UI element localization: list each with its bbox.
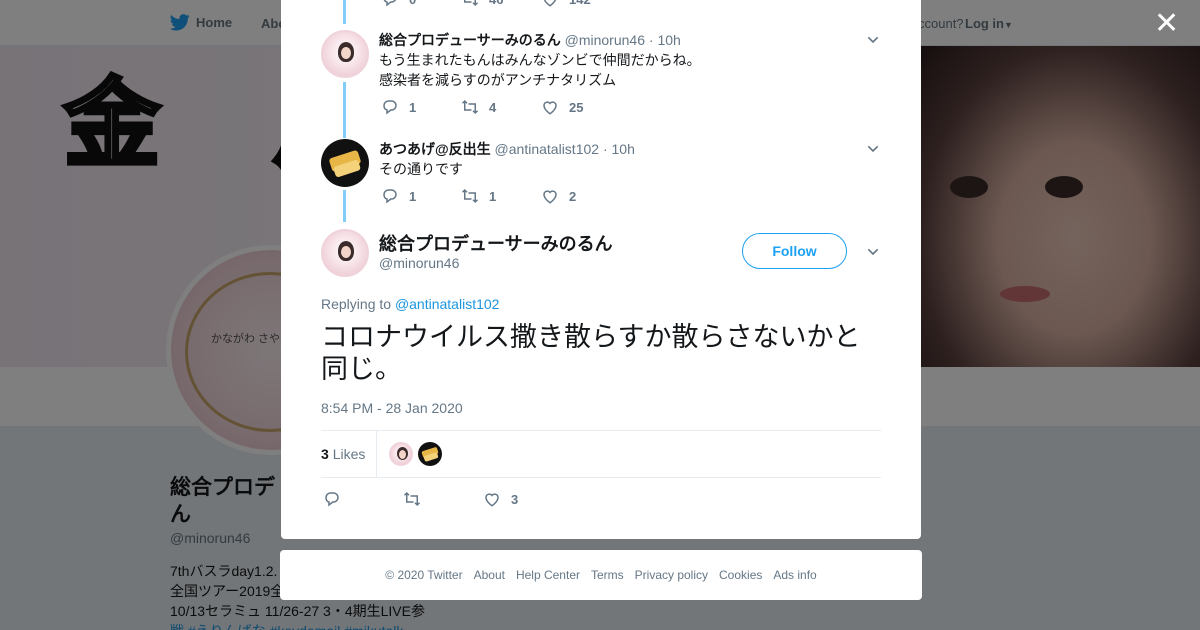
likes-row: 3 Likes bbox=[321, 430, 881, 478]
follow-button[interactable]: Follow bbox=[742, 233, 847, 269]
modal-footer: © 2020 Twitter About Help Center Terms P… bbox=[280, 550, 922, 600]
user-handle[interactable]: @minorun46 bbox=[565, 32, 645, 48]
tweet-text-line: もう生まれたもんはみんなゾンビで仲間だからね。 bbox=[379, 52, 701, 68]
footer-link-about[interactable]: About bbox=[474, 568, 505, 582]
tweet-modal: 0 46 142 総合プロデューサーみのるん @minorun46 · 10h … bbox=[281, 0, 921, 539]
retweet-icon bbox=[461, 99, 479, 115]
close-icon[interactable]: ✕ bbox=[1154, 9, 1179, 39]
tweet-text: もう生まれたもんはみんなゾンビで仲間だからね。 感染者を減らすのがアンチナタリズ… bbox=[379, 50, 701, 90]
tweet-header: 総合プロデューサーみのるん @minorun46 · 10h bbox=[379, 30, 681, 50]
retweet-icon bbox=[461, 188, 479, 204]
retweet-count: 46 bbox=[489, 0, 503, 7]
heart-icon bbox=[543, 101, 557, 115]
tweet-actions: 0 46 142 bbox=[381, 0, 621, 8]
footer-link-privacy[interactable]: Privacy policy bbox=[635, 568, 708, 582]
heart-icon bbox=[543, 190, 557, 204]
reply-tweet[interactable]: あつあげ@反出生 @antinatalist102 · 10h その通りです bbox=[321, 139, 881, 219]
footer-link-cookies[interactable]: Cookies bbox=[719, 568, 762, 582]
footer-copyright: © 2020 Twitter bbox=[385, 568, 463, 582]
reply-action[interactable]: 1 bbox=[381, 187, 461, 205]
like-action[interactable]: 2 bbox=[541, 187, 621, 205]
like-count: 3 bbox=[511, 491, 519, 507]
heart-icon bbox=[543, 0, 557, 7]
chevron-down-icon[interactable] bbox=[865, 32, 881, 48]
tweet-timestamp[interactable]: 8:54 PM - 28 Jan 2020 bbox=[321, 400, 463, 416]
reply-icon bbox=[383, 100, 397, 115]
tweet-actions: 1 4 25 bbox=[381, 98, 621, 116]
reply-action[interactable] bbox=[323, 490, 403, 508]
main-tweet-text: コロナウイルス撒き散らすか散らさないかと同じ。 bbox=[321, 322, 861, 384]
likes-count[interactable]: 3 Likes bbox=[321, 446, 365, 462]
tweet-text-line: その通りです bbox=[379, 161, 463, 177]
main-tweet-actions: 3 bbox=[323, 490, 563, 508]
retweet-action[interactable]: 4 bbox=[461, 98, 541, 116]
reply-icon bbox=[325, 492, 339, 507]
footer-link-help[interactable]: Help Center bbox=[516, 568, 580, 582]
main-user-handle[interactable]: @minorun46 bbox=[379, 255, 459, 271]
divider bbox=[376, 431, 377, 477]
like-action[interactable]: 3 bbox=[483, 490, 563, 508]
user-name[interactable]: 総合プロデューサーみのるん bbox=[379, 32, 561, 48]
retweet-icon bbox=[464, 0, 479, 7]
main-user-name[interactable]: 総合プロデューサーみのるん bbox=[379, 230, 613, 256]
user-handle[interactable]: @antinatalist102 bbox=[495, 141, 600, 157]
chevron-down-icon[interactable] bbox=[865, 244, 881, 260]
retweet-icon bbox=[403, 491, 421, 507]
retweet-action[interactable] bbox=[403, 490, 483, 508]
tweet-actions: 1 1 2 bbox=[381, 187, 621, 205]
retweet-count: 1 bbox=[489, 188, 497, 204]
heart-icon bbox=[485, 493, 499, 507]
replying-to-link[interactable]: @antinatalist102 bbox=[395, 296, 500, 312]
retweet-action[interactable]: 46 bbox=[461, 0, 541, 8]
liker-avatar[interactable] bbox=[418, 442, 442, 466]
like-count: 142 bbox=[569, 0, 591, 7]
likes-label: Likes bbox=[332, 446, 366, 462]
user-name[interactable]: あつあげ@反出生 bbox=[379, 141, 491, 157]
reply-icon bbox=[383, 189, 397, 204]
reply-icon bbox=[383, 0, 397, 7]
liker-avatar[interactable] bbox=[389, 442, 413, 466]
reply-count: 1 bbox=[409, 188, 417, 204]
reply-count: 1 bbox=[409, 99, 417, 115]
retweet-action[interactable]: 1 bbox=[461, 187, 541, 205]
footer-link-terms[interactable]: Terms bbox=[591, 568, 624, 582]
footer-link-ads[interactable]: Ads info bbox=[773, 568, 816, 582]
reply-action[interactable]: 1 bbox=[381, 98, 461, 116]
tweet-time[interactable]: 10h bbox=[657, 32, 680, 48]
main-user-avatar[interactable] bbox=[321, 229, 369, 277]
user-avatar[interactable] bbox=[321, 30, 369, 78]
reply-action[interactable]: 0 bbox=[381, 0, 461, 8]
thread-line bbox=[343, 0, 346, 24]
like-action[interactable]: 142 bbox=[541, 0, 621, 8]
replying-prefix: Replying to bbox=[321, 296, 392, 312]
chevron-down-icon[interactable] bbox=[865, 141, 881, 157]
tweet-text-line: 感染者を減らすのがアンチナタリズム bbox=[379, 72, 617, 88]
reply-count: 0 bbox=[409, 0, 416, 7]
separator-dot: · bbox=[602, 141, 608, 157]
retweet-count: 4 bbox=[489, 99, 497, 115]
user-avatar[interactable] bbox=[321, 139, 369, 187]
likes-number: 3 bbox=[321, 446, 329, 462]
separator-dot: · bbox=[648, 32, 654, 48]
tweet-header: あつあげ@反出生 @antinatalist102 · 10h bbox=[379, 139, 635, 159]
tweet-text: その通りです bbox=[379, 159, 463, 179]
tweet-time[interactable]: 10h bbox=[612, 141, 635, 157]
replying-to: Replying to @antinatalist102 bbox=[321, 296, 499, 312]
like-action[interactable]: 25 bbox=[541, 98, 621, 116]
like-count: 2 bbox=[569, 188, 577, 204]
like-count: 25 bbox=[569, 99, 584, 115]
